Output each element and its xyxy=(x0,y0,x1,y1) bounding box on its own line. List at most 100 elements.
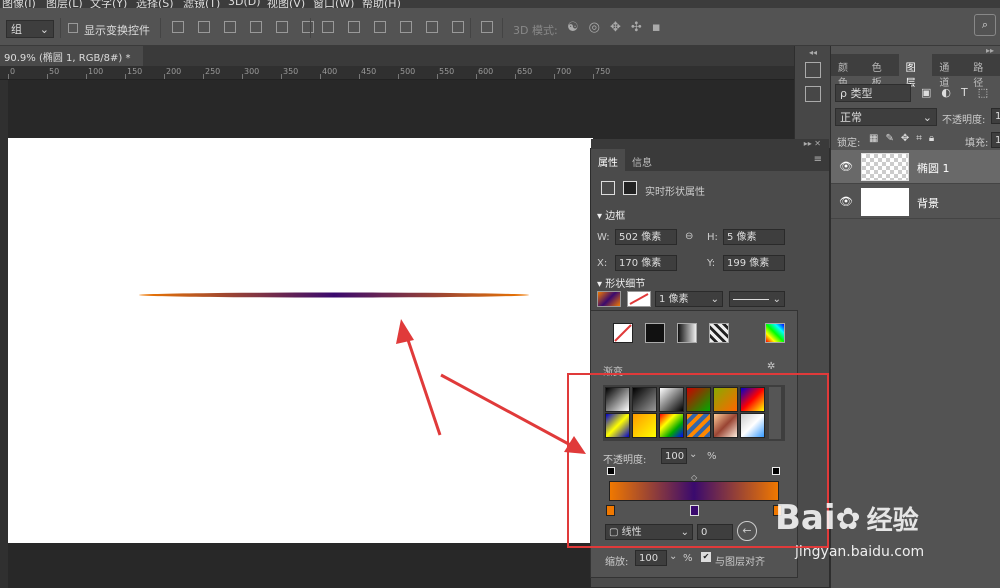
color-picker-button[interactable] xyxy=(765,323,785,343)
width-input[interactable]: 502 像素 xyxy=(615,229,677,245)
distribute-right-icon[interactable] xyxy=(452,21,464,33)
image-filter-icon[interactable]: ▣ xyxy=(921,86,931,99)
align-layer-checkbox[interactable]: ✔ xyxy=(701,552,711,562)
tab-swatches[interactable]: 色板 xyxy=(865,54,899,89)
panel-menu-icon[interactable]: ≡ xyxy=(807,149,829,171)
menu-window[interactable]: 窗口(W) xyxy=(313,0,354,8)
search-icon[interactable]: ⌕ xyxy=(974,14,996,36)
mask-mode-icon[interactable] xyxy=(623,181,637,195)
scale-3d-icon[interactable]: ▪ xyxy=(652,20,661,35)
solid-fill-button[interactable] xyxy=(645,323,665,343)
link-icon[interactable]: ⊖ xyxy=(685,231,693,242)
layer-name[interactable]: 背景 xyxy=(917,195,939,211)
ruler-tick xyxy=(593,74,594,79)
gear-icon[interactable]: ✲ xyxy=(767,361,775,372)
opacity-label: 不透明度: xyxy=(942,115,986,126)
shape-mode-icon[interactable] xyxy=(601,181,615,195)
menu-view[interactable]: 视图(V) xyxy=(267,0,305,8)
lock-artboard-icon[interactable]: ⌗ xyxy=(916,133,922,144)
ruler-label: 550 xyxy=(439,67,455,76)
lock-all-icon[interactable]: 🔒︎ xyxy=(929,133,934,144)
stroke-width-input[interactable]: 1 像素 ⌄ xyxy=(655,291,723,307)
tab-layers[interactable]: 图层 xyxy=(898,54,933,89)
show-transform-checkbox[interactable] xyxy=(68,23,78,33)
distribute-vcenter-icon[interactable] xyxy=(348,21,360,33)
props-collapse-icon[interactable]: ▸▸ ✕ xyxy=(591,139,829,149)
tab-channels[interactable]: 通道 xyxy=(932,54,966,89)
menu-layer[interactable]: 图层(L) xyxy=(46,0,83,8)
type-filter-icon[interactable]: T xyxy=(961,86,968,99)
ruler-tick xyxy=(515,74,516,79)
auto-align-icon[interactable] xyxy=(481,21,493,33)
document-tab[interactable]: 90.9% (椭圆 1, RGB/8#) * × xyxy=(0,46,143,75)
layer-filter-dropdown[interactable]: ρ 类型 xyxy=(835,84,911,102)
menu-filter[interactable]: 滤镜(T) xyxy=(183,0,220,8)
menu-help[interactable]: 帮助(H) xyxy=(362,0,401,8)
ruler-tick xyxy=(359,74,360,79)
tab-properties[interactable]: 属性 xyxy=(591,149,625,171)
stroke-style-dropdown[interactable]: ⌄ xyxy=(729,291,785,307)
chevron-down-icon[interactable]: ⌄ xyxy=(669,551,677,562)
x-input[interactable]: 170 像素 xyxy=(615,255,677,271)
shape-filter-icon[interactable]: ⬚ xyxy=(978,86,988,99)
align-bottom-icon[interactable] xyxy=(224,21,236,33)
opacity-input[interactable]: 10 xyxy=(991,108,1000,124)
distribute-top-icon[interactable] xyxy=(322,21,334,33)
jingyan-brand: 经验 xyxy=(866,506,919,536)
rotate-3d-icon[interactable]: ☯ xyxy=(567,20,579,35)
align-top-icon[interactable] xyxy=(172,21,184,33)
y-input[interactable]: 199 像素 xyxy=(723,255,785,271)
menu-3d[interactable]: 3D(D) xyxy=(228,0,261,8)
layers-tabs: 颜色 色板 图层 通道 路径 xyxy=(831,54,1000,89)
pattern-fill-button[interactable] xyxy=(709,323,729,343)
collapse-icon[interactable]: ◂◂ xyxy=(809,48,817,57)
border-section-toggle[interactable]: ▾ 边框 xyxy=(597,207,625,222)
menu-type[interactable]: 文字(Y) xyxy=(90,0,127,8)
pan-3d-icon[interactable]: ✥ xyxy=(610,20,621,35)
height-input[interactable]: 5 像素 xyxy=(723,229,785,245)
layer-row[interactable]: 👁︎ 背景 xyxy=(831,185,1000,219)
adjust-filter-icon[interactable]: ◐ xyxy=(941,86,951,99)
fill-swatch[interactable] xyxy=(597,291,621,307)
auto-select-dropdown[interactable]: 组 ⌄ xyxy=(6,20,54,38)
layer-name[interactable]: 椭圆 1 xyxy=(917,160,950,176)
lock-transparency-icon[interactable]: ▦ xyxy=(869,133,878,144)
lock-paint-icon[interactable]: ✎ xyxy=(885,133,893,144)
scale-input[interactable]: 100 xyxy=(635,550,667,566)
menu-select[interactable]: 选择(S) xyxy=(136,0,174,8)
document-canvas[interactable] xyxy=(8,138,593,543)
slide-3d-icon[interactable]: ✣ xyxy=(631,20,642,35)
tab-info[interactable]: 信息 xyxy=(625,149,659,171)
menu-image[interactable]: 图像(I) xyxy=(2,0,36,8)
options-bar: 组 ⌄ 显示变换控件 3D 模式: ☯ ◎ ✥ ✣ ▪ ⌕ xyxy=(0,8,1000,46)
align-left-icon[interactable] xyxy=(250,21,262,33)
horizontal-ruler: 0 50 100 150 200 250 300 350 400 450 500… xyxy=(0,66,794,80)
align-buttons xyxy=(172,21,314,33)
lock-position-icon[interactable]: ✥ xyxy=(901,133,909,144)
panel-collapse-icon[interactable]: ▸▸ xyxy=(831,46,1000,55)
align-right-icon[interactable] xyxy=(302,21,314,33)
ruler-tick xyxy=(47,74,48,79)
blend-mode-dropdown[interactable]: 正常 ⌄ xyxy=(835,108,937,126)
align-hcenter-icon[interactable] xyxy=(276,21,288,33)
distribute-left-icon[interactable] xyxy=(400,21,412,33)
baidu-brand: Bai xyxy=(775,498,836,538)
eye-icon[interactable]: 👁︎ xyxy=(839,195,853,208)
distribute-bottom-icon[interactable] xyxy=(374,21,386,33)
shape-details-label: 形状细节 xyxy=(605,279,646,290)
eye-icon[interactable]: 👁︎ xyxy=(839,160,853,173)
align-vcenter-icon[interactable] xyxy=(198,21,210,33)
roll-3d-icon[interactable]: ◎ xyxy=(589,20,600,35)
history-icon[interactable] xyxy=(805,62,821,78)
distribute-hcenter-icon[interactable] xyxy=(426,21,438,33)
stroke-swatch[interactable] xyxy=(627,291,651,307)
layer-row[interactable]: 👁︎ 椭圆 1 xyxy=(831,150,1000,184)
tab-color[interactable]: 颜色 xyxy=(831,54,865,89)
properties-icon[interactable] xyxy=(805,86,821,102)
no-fill-button[interactable] xyxy=(613,323,633,343)
shape-details-toggle[interactable]: ▾ 形状细节 xyxy=(597,275,645,290)
fill-input[interactable]: 10 xyxy=(991,132,1000,148)
gradient-ellipse-shape[interactable] xyxy=(139,292,529,298)
tab-paths[interactable]: 路径 xyxy=(966,54,1000,89)
gradient-fill-button[interactable] xyxy=(677,323,697,343)
